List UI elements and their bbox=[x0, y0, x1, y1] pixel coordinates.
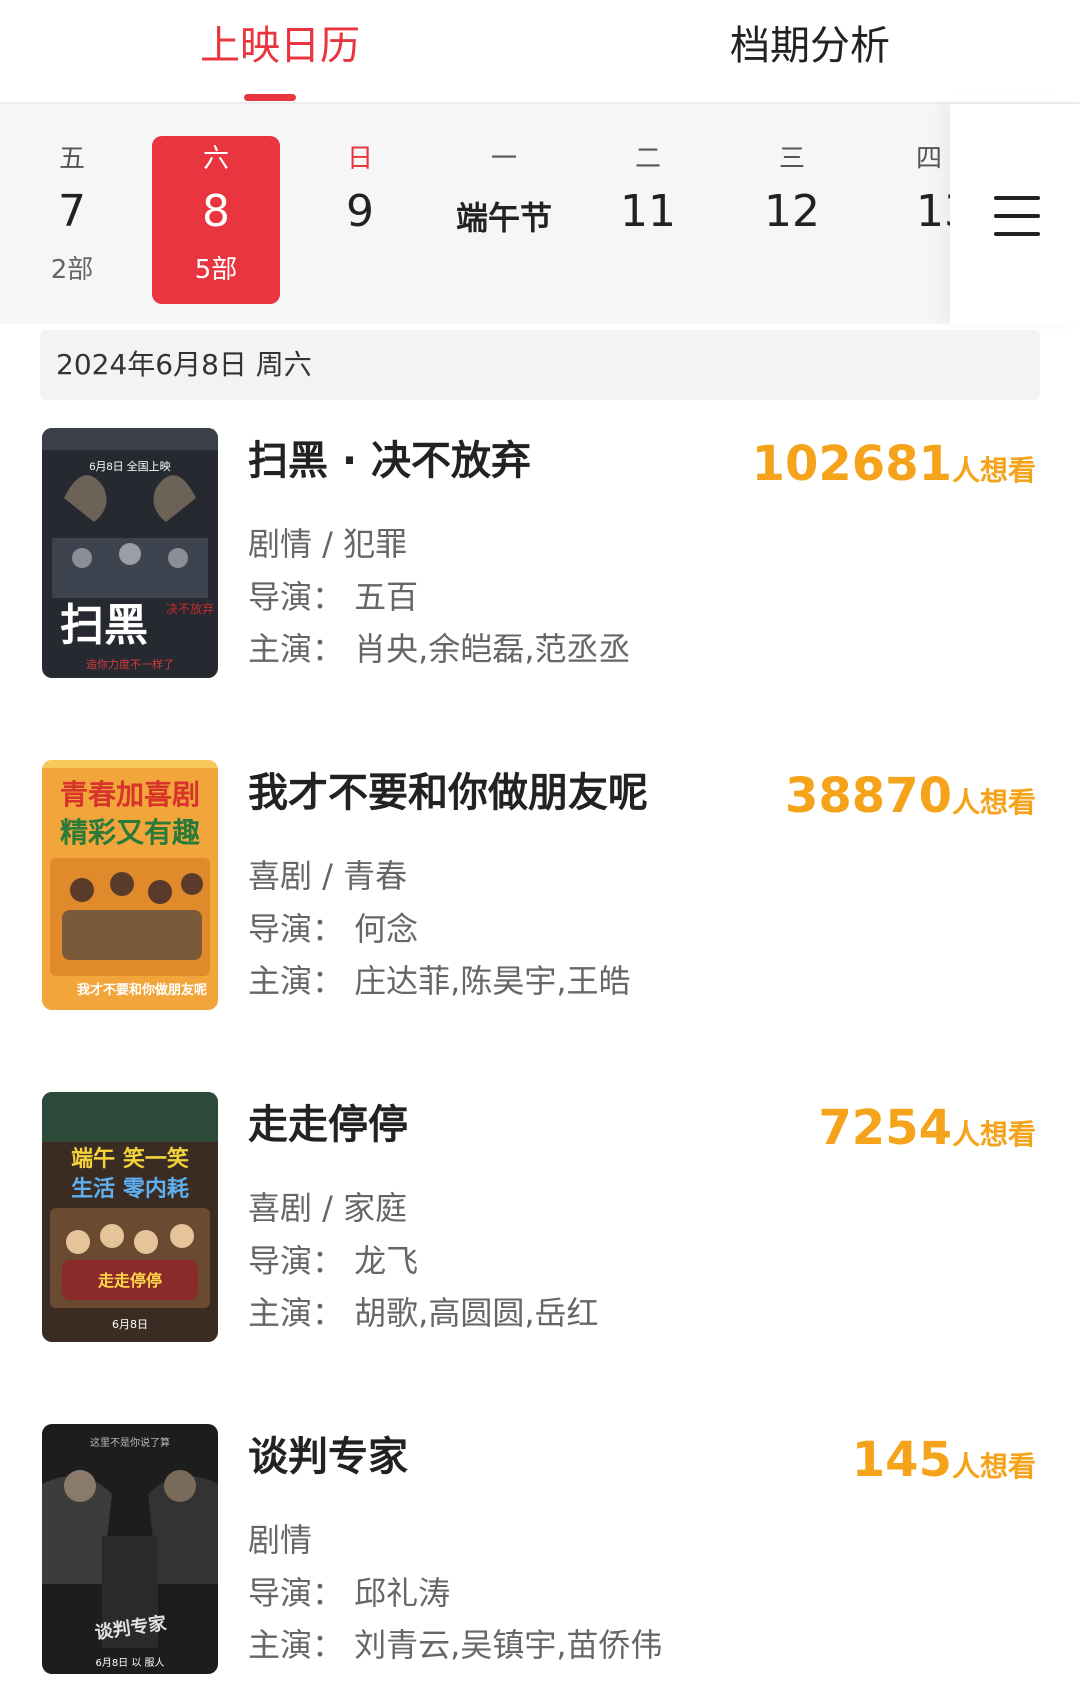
svg-text:决不放弃: 决不放弃 bbox=[166, 601, 214, 616]
movie-poster[interactable]: 这里不是你说了算 谈判专家 6月8日 以 服人 bbox=[42, 1424, 218, 1674]
movie-genre: 喜剧 / 家庭 bbox=[248, 1189, 408, 1227]
movie-item[interactable]: 这里不是你说了算 谈判专家 6月8日 以 服人 谈判专家 145人想看 剧情 导… bbox=[0, 1424, 1080, 1684]
svg-text:追你力度不一样了: 追你力度不一样了 bbox=[86, 657, 174, 671]
date-day: 12 bbox=[764, 186, 820, 237]
date-day: 9 bbox=[346, 186, 374, 237]
movie-title[interactable]: 扫黑 · 决不放弃 bbox=[248, 434, 531, 488]
want-number: 38870 bbox=[784, 768, 952, 824]
movie-cast: 主演： 胡歌,高圆圆,岳红 bbox=[248, 1294, 599, 1332]
want-to-see-count: 7254人想看 bbox=[818, 1098, 1036, 1158]
svg-text:我才不要和你做朋友呢: 我才不要和你做朋友呢 bbox=[77, 982, 207, 998]
want-to-see-count: 102681人想看 bbox=[752, 434, 1036, 494]
date-weekday: 五 bbox=[58, 144, 85, 174]
svg-text:走走停停: 走走停停 bbox=[97, 1271, 162, 1290]
date-day: 8 bbox=[202, 186, 230, 237]
movie-item[interactable]: 青春加喜剧 精彩又有趣 我才不要和你做朋友呢 我才不要和你做朋友呢 38870人… bbox=[0, 760, 1080, 1020]
movie-title[interactable]: 我才不要和你做朋友呢 bbox=[248, 766, 648, 820]
date-weekday: 三 bbox=[778, 144, 805, 174]
date-menu-panel bbox=[950, 104, 1080, 324]
svg-text:扫黑: 扫黑 bbox=[60, 600, 148, 651]
movie-genre: 剧情 bbox=[248, 1521, 313, 1559]
active-tab-indicator bbox=[244, 94, 296, 101]
svg-text:6月8日: 6月8日 bbox=[112, 1318, 148, 1331]
date-item-8[interactable]: 六 8 5部 bbox=[152, 136, 280, 304]
want-label: 人想看 bbox=[951, 1450, 1036, 1483]
hamburger-menu-icon[interactable] bbox=[994, 196, 1040, 236]
want-number: 145 bbox=[851, 1432, 952, 1488]
want-to-see-count: 145人想看 bbox=[852, 1430, 1036, 1490]
want-number: 102681 bbox=[751, 436, 952, 492]
want-label: 人想看 bbox=[951, 1118, 1036, 1151]
movie-item[interactable]: 端午 笑一笑 生活 零内耗 走走停停 6月8日 走走停停 7254人想看 喜剧 … bbox=[0, 1092, 1080, 1352]
date-release-count: 5部 bbox=[194, 255, 238, 285]
movie-genre: 剧情 / 犯罪 bbox=[248, 525, 408, 563]
date-item-9[interactable]: 日 9 bbox=[296, 136, 424, 304]
svg-text:6月8日 全国上映: 6月8日 全国上映 bbox=[89, 459, 170, 473]
date-item-11[interactable]: 二 11 bbox=[584, 136, 712, 304]
movie-title[interactable]: 谈判专家 bbox=[248, 1430, 408, 1484]
date-day: 7 bbox=[58, 186, 86, 237]
date-weekday: 二 bbox=[634, 144, 661, 174]
svg-text:精彩又有趣: 精彩又有趣 bbox=[60, 816, 200, 849]
date-strip: 五 7 2部 六 8 5部 日 9 一 端午节 二 11 三 12 四 13 bbox=[0, 104, 1080, 324]
want-to-see-count: 38870人想看 bbox=[785, 766, 1036, 826]
svg-text:这里不是你说了算: 这里不是你说了算 bbox=[90, 1436, 170, 1449]
selected-date-header: 2024年6月8日 周六 bbox=[40, 330, 1040, 400]
movie-poster[interactable]: 6月8日 全国上映 扫黑 决不放弃 追你力度不一样了 bbox=[42, 428, 218, 678]
movie-director: 导演： 龙飞 bbox=[248, 1242, 419, 1280]
date-item-dragon-boat[interactable]: 一 端午节 bbox=[440, 136, 568, 304]
movie-genre: 喜剧 / 青春 bbox=[248, 857, 408, 895]
movie-poster[interactable]: 青春加喜剧 精彩又有趣 我才不要和你做朋友呢 bbox=[42, 760, 218, 1010]
movie-director: 导演： 何念 bbox=[248, 910, 419, 948]
date-weekday: 日 bbox=[346, 144, 373, 174]
want-label: 人想看 bbox=[951, 454, 1036, 487]
top-tabs: 上映日历 档期分析 bbox=[0, 0, 1080, 104]
date-item-12[interactable]: 三 12 bbox=[728, 136, 856, 304]
svg-text:生活 零内耗: 生活 零内耗 bbox=[71, 1176, 189, 1202]
movie-cast: 主演： 庄达菲,陈昊宇,王皓 bbox=[248, 962, 631, 1000]
date-release-count: 2部 bbox=[50, 255, 94, 285]
movie-title[interactable]: 走走停停 bbox=[248, 1098, 408, 1152]
movie-poster[interactable]: 端午 笑一笑 生活 零内耗 走走停停 6月8日 bbox=[42, 1092, 218, 1342]
movie-cast: 主演： 刘青云,吴镇宇,苗侨伟 bbox=[248, 1626, 663, 1664]
want-label: 人想看 bbox=[951, 786, 1036, 819]
svg-text:6月8日 以 服人: 6月8日 以 服人 bbox=[95, 1657, 164, 1669]
movie-item[interactable]: 6月8日 全国上映 扫黑 决不放弃 追你力度不一样了 扫黑 · 决不放弃 102… bbox=[0, 428, 1080, 688]
tab-schedule-analysis[interactable]: 档期分析 bbox=[690, 16, 930, 76]
want-number: 7254 bbox=[818, 1100, 952, 1156]
tab-release-calendar[interactable]: 上映日历 bbox=[160, 16, 400, 76]
date-holiday-name: 端午节 bbox=[455, 199, 552, 237]
movie-director: 导演： 邱礼涛 bbox=[248, 1574, 451, 1612]
date-weekday: 一 bbox=[490, 144, 517, 174]
svg-text:端午 笑一笑: 端午 笑一笑 bbox=[71, 1146, 189, 1172]
date-day: 11 bbox=[620, 186, 676, 237]
date-weekday: 六 bbox=[202, 144, 229, 174]
svg-text:青春加喜剧: 青春加喜剧 bbox=[60, 778, 200, 811]
date-item-7[interactable]: 五 7 2部 bbox=[8, 136, 136, 304]
movie-director: 导演： 五百 bbox=[248, 578, 419, 616]
movie-cast: 主演： 肖央,余皑磊,范丞丞 bbox=[248, 630, 631, 668]
